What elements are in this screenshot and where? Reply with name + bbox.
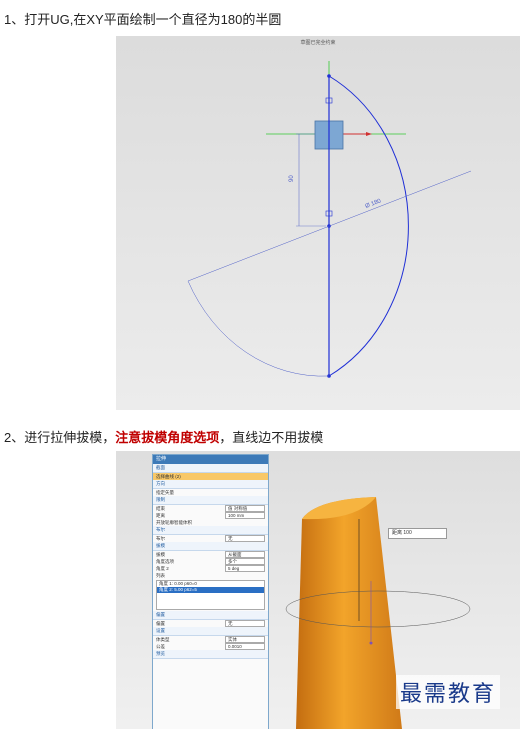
angle-value: 5 [228, 566, 231, 571]
diameter-extension-arc [187, 280, 330, 377]
section-header-offset[interactable]: 偏置 [153, 611, 268, 620]
extrude-screenshot: 距离 100 拉伸 截面 选择曲线 (2) 方向 指定矢量 限制 结束 值 对称值… [116, 451, 520, 729]
tolerance-input[interactable]: 0.0010 [225, 643, 265, 650]
boolean-select[interactable]: 无 [225, 535, 265, 542]
list-header: 列表 [153, 572, 268, 579]
end-select[interactable]: 值 对称值 [225, 505, 265, 512]
csys-x-arrowhead [366, 132, 372, 136]
angle-option-label: 角度选项 [156, 559, 174, 564]
section-header-boolean[interactable]: 布尔 [153, 526, 268, 535]
step-2-highlight: 注意拔模角度选项 [115, 430, 220, 445]
section-point [369, 641, 373, 645]
draft-label: 拔模 [156, 552, 165, 557]
open-profile-label: 开放轮廓智能体积 [156, 520, 192, 525]
specify-vector-label: 指定矢量 [156, 490, 174, 495]
angle-label: 角度 2 [156, 566, 169, 571]
distance-value: 100 [228, 513, 236, 518]
distance-tooltip[interactable]: 距离 100 [388, 528, 447, 539]
tolerance-label: 公差 [156, 644, 165, 649]
draft-select[interactable]: 从截面 [225, 551, 265, 558]
angle-row: 角度 2 5 deg [153, 565, 268, 572]
section-header-preview[interactable]: 预览 [153, 650, 268, 659]
section-header-draft[interactable]: 拔模 [153, 542, 268, 551]
select-curve-label: 选择曲线 (2) [156, 474, 181, 479]
watermark-text: 最需教育 [396, 675, 501, 709]
section-header-direction[interactable]: 方向 [153, 480, 268, 489]
distance-unit: mm [236, 513, 245, 518]
body-type-row: 体类型 实体 [153, 636, 268, 643]
vertical-dimension-label: 90 [289, 175, 295, 182]
distance-input[interactable]: 100 mm [225, 512, 265, 519]
distance-label: 距离 [156, 513, 165, 518]
angle-list: 角度 1: 0.00 p60=0 角度 2: 5.00 p62=5 [156, 580, 265, 610]
sketch-status-caption: 草图已完全约束 [300, 40, 336, 46]
end-row: 结束 值 对称值 [153, 505, 268, 512]
section-header-section[interactable]: 截面 [153, 464, 268, 473]
distance-row: 距离 100 mm [153, 512, 268, 519]
angle-option-select[interactable]: 多个 [225, 558, 265, 565]
diameter-dimension-label: Ø 180 [365, 198, 383, 210]
specify-vector-row[interactable]: 指定矢量 [153, 489, 268, 496]
body-type-label: 体类型 [156, 637, 170, 642]
section-header-settings[interactable]: 设置 [153, 627, 268, 636]
offset-label: 偏置 [156, 621, 165, 626]
angle-unit: deg [231, 566, 240, 571]
section-header-limits[interactable]: 限制 [153, 496, 268, 505]
end-label: 结束 [156, 506, 165, 511]
sketch-screenshot: 草图已完全约束 90 Ø 180 [116, 36, 520, 410]
extruded-solid-body [296, 497, 402, 729]
body-type-select[interactable]: 实体 [225, 636, 265, 643]
boolean-label: 布尔 [156, 536, 165, 541]
step-2-suffix: ，直线边不用拔模 [219, 430, 324, 445]
open-profile-row[interactable]: 开放轮廓智能体积 [153, 519, 268, 526]
angle-option-row: 角度选项 多个 [153, 558, 268, 565]
step-2-prefix: 2、进行拉伸拔模， [4, 430, 116, 445]
boolean-row: 布尔 无 [153, 535, 268, 542]
list-item[interactable]: 角度 2: 5.00 p62=5 [157, 587, 264, 593]
arc-start-point [327, 74, 331, 78]
step-2-text: 2、进行拉伸拔模，注意拔模角度选项，直线边不用拔模 [4, 427, 323, 446]
list-header-label: 列表 [156, 573, 165, 578]
angle-input[interactable]: 5 deg [225, 565, 265, 572]
offset-row: 偏置 无 [153, 620, 268, 627]
draft-row: 拔模 从截面 [153, 551, 268, 558]
offset-select[interactable]: 无 [225, 620, 265, 627]
select-curve-row[interactable]: 选择曲线 (2) [153, 473, 268, 480]
sketch-canvas: 90 Ø 180 [187, 61, 472, 378]
step-1-text: 1、打开UG,在XY平面绘制一个直径为180的半圆 [4, 12, 282, 27]
dialog-title: 拉伸 [153, 455, 268, 464]
extrude-dialog: 拉伸 截面 选择曲线 (2) 方向 指定矢量 限制 结束 值 对称值 距离 100 … [152, 454, 269, 729]
tolerance-row: 公差 0.0010 [153, 643, 268, 650]
